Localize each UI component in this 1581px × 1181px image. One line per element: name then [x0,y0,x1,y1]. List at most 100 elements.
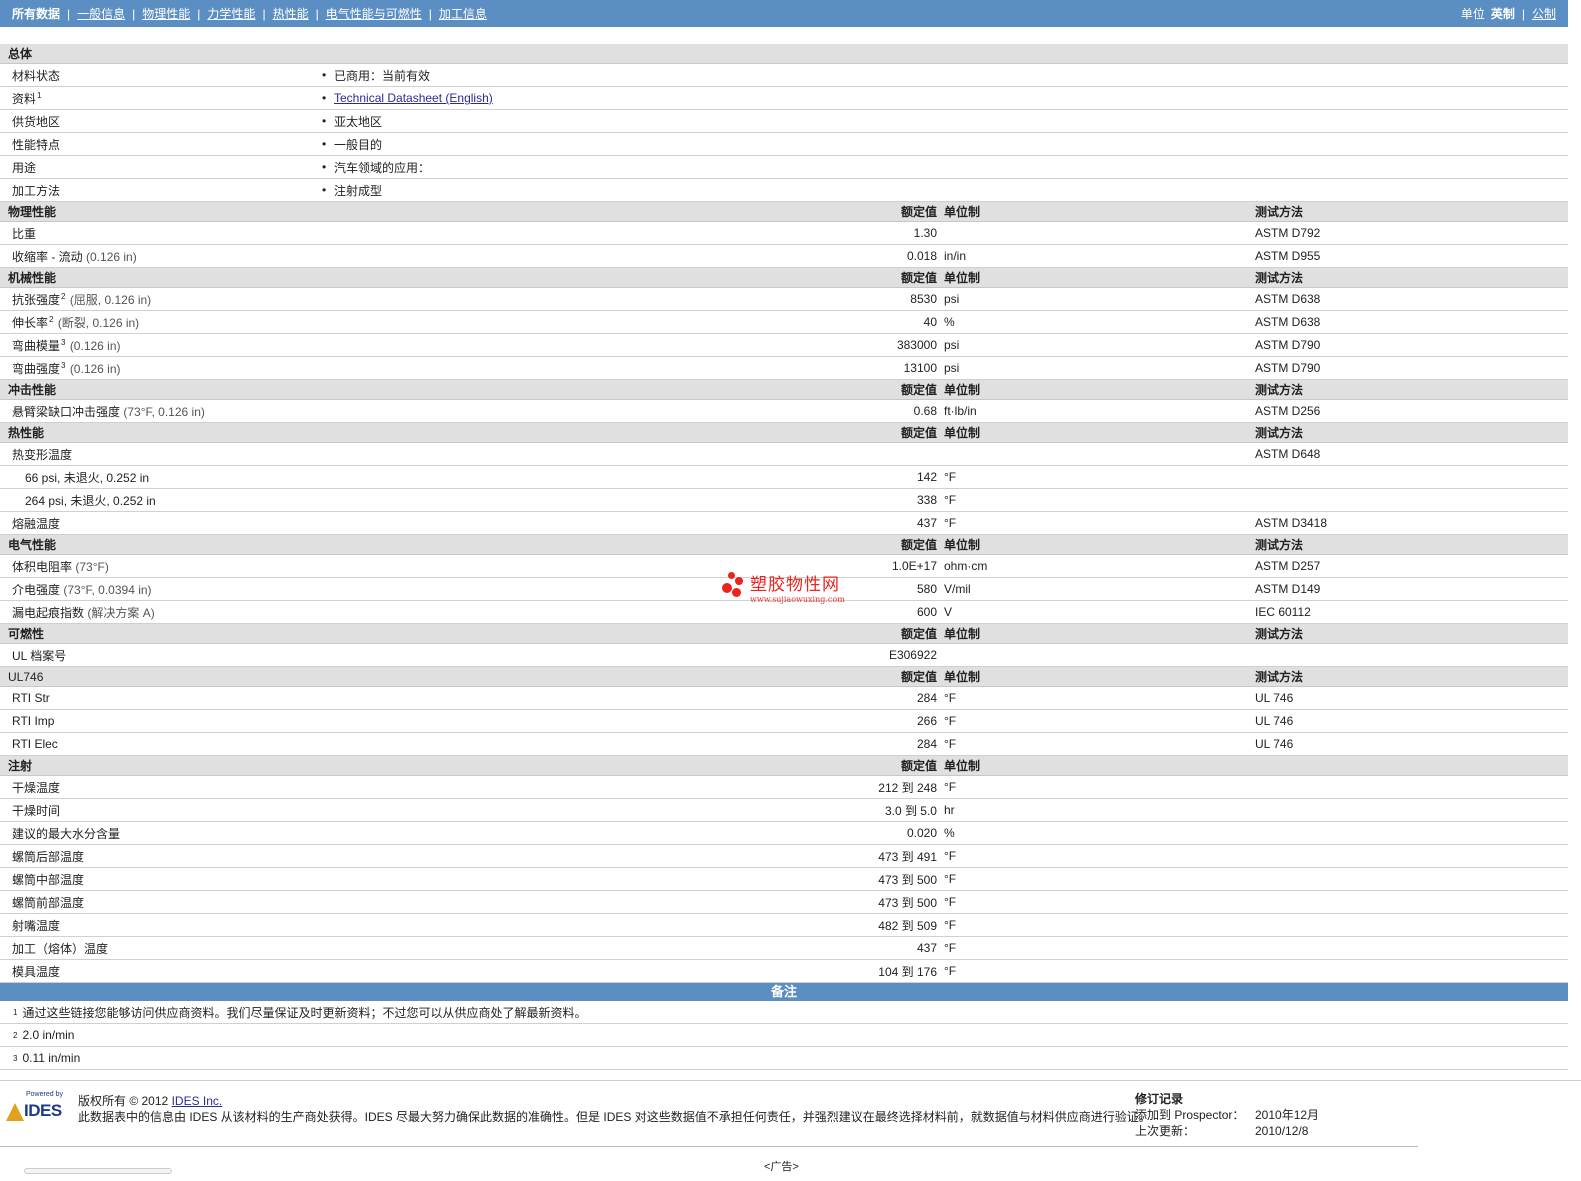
test-method: ASTM D3418 [1255,516,1328,530]
logo-powered-by: Powered by [26,1091,63,1098]
property-cell: RTI Imp [0,714,322,728]
general-value: 注射成型 [334,183,383,198]
tab-2[interactable]: 物理性能 [142,5,190,22]
property-condition: (73°F, 0.0394 in) [63,582,152,597]
property-unit: °F [944,737,957,751]
test-method: ASTM D638 [1255,315,1321,329]
revision-block: 修订记录 添加到 Prospector： 2010年12月 上次更新： 2010/1… [1135,1091,1319,1139]
property-cell: 介电强度 (73°F, 0.0394 in) [0,581,322,598]
property-unit: ohm·cm [944,559,988,573]
copyright-text: 版权所有 © 2012 [78,1094,169,1108]
tab-5[interactable]: 电气性能与可燃性 [326,5,422,22]
property-value: 437 [916,941,937,955]
col-unit-header: 单位制 [944,670,981,684]
property-row: 弯曲强度3 (0.126 in) 13100 psi ASTM D790 [0,357,1568,380]
general-row: 加工方法 • 注射成型 [0,179,1568,202]
property-cell: 加工（熔体）温度 [0,940,322,957]
property-unit: °F [944,918,957,932]
section-header: 物理性能 额定值 单位制 测试方法 [0,202,1568,222]
general-value: 汽车领域的应用： [334,160,431,175]
property-unit: psi [944,292,960,306]
property-row: 抗张强度2 (屈服, 0.126 in) 8530 psi ASTM D638 [0,288,1568,311]
tab-1[interactable]: 一般信息 [77,5,125,22]
note-text: 通过这些链接您能够访问供应商资料。我们尽量保证及时更新资料；不过您可以从供应商处… [22,1005,587,1020]
property-value: 266 [916,714,937,728]
added-value: 2010年12月 [1255,1108,1320,1122]
unit-metric-link[interactable]: 公制 [1532,5,1556,22]
ides-link[interactable]: IDES Inc. [172,1094,223,1108]
footnote-ref: 1 [37,90,42,100]
property-row: RTI Elec 284 °F UL 746 [0,733,1568,756]
property-cell: RTI Str [0,691,322,705]
property-label: 熔融温度 [12,516,61,531]
separator: | [315,6,319,21]
tab-3[interactable]: 力学性能 [207,5,255,22]
section-header: 冲击性能 额定值 单位制 测试方法 [0,380,1568,400]
unit-imperial-link[interactable]: 英制 [1491,5,1515,22]
col-value-header: 额定值 [900,538,937,552]
section-title: 注射 [8,759,33,773]
property-row: UL 档案号 E306922 [0,644,1568,667]
col-unit-header: 单位制 [944,538,981,552]
property-unit: °F [944,470,957,484]
property-row: 热变形温度 ASTM D648 [0,443,1568,466]
property-value: 0.018 [906,249,937,263]
horizontal-scrollbar[interactable] [24,1168,172,1174]
test-method: ASTM D638 [1255,292,1321,306]
property-value: 284 [916,691,937,705]
property-label: 漏电起痕指数 [12,605,85,620]
tab-4[interactable]: 热性能 [273,5,309,22]
datasheet-link[interactable]: Technical Datasheet (English) [334,91,493,105]
property-label: 建议的最大水分含量 [12,826,121,841]
property-condition: (解决方案 A) [87,605,155,620]
property-label: 体积电阻率 [12,559,73,574]
property-cell: 建议的最大水分含量 [0,825,322,842]
property-value: 8530 [910,292,937,306]
property-cell: 螺筒前部温度 [0,894,322,911]
general-value-cell: • 汽车领域的应用： [322,159,1568,176]
test-method: ASTM D149 [1255,582,1321,596]
property-unit: V/mil [944,582,971,596]
col-test-header: 测试方法 [1255,205,1304,219]
test-method: ASTM D790 [1255,361,1321,375]
col-unit-header: 单位制 [944,383,981,397]
property-unit: °F [944,895,957,909]
property-condition: (断裂, 0.126 in) [57,315,140,330]
tab-6[interactable]: 加工信息 [439,5,487,22]
property-label: RTI Str [12,691,50,705]
revision-title: 修订记录 [1135,1092,1184,1106]
col-value-header: 额定值 [900,205,937,219]
property-value: 3.0 到 5.0 [884,803,937,818]
property-value: 13100 [903,361,937,375]
property-unit: psi [944,338,960,352]
property-cell: 悬臂梁缺口冲击强度 (73°F, 0.126 in) [0,403,322,420]
col-test-header: 测试方法 [1255,426,1304,440]
col-test-header: 测试方法 [1255,670,1304,684]
note-text: 0.11 in/min [22,1051,81,1065]
property-cell: 抗张强度2 (屈服, 0.126 in) [0,291,322,308]
property-unit: psi [944,361,960,375]
section-title: 热性能 [8,426,45,440]
property-value: 212 到 248 [878,780,937,795]
bullet-icon: • [322,68,327,82]
test-method: ASTM D790 [1255,338,1321,352]
general-value-cell: • 注射成型 [322,182,1568,199]
property-label: 螺筒前部温度 [12,895,85,910]
property-label: 介电强度 [12,582,61,597]
footer: Powered by IDES 版权所有 © 2012 IDES Inc. 此数… [0,1080,1581,1150]
col-test-header: 测试方法 [1255,538,1304,552]
property-cell: 比重 [0,225,322,242]
section-header: UL746 额定值 单位制 测试方法 [0,667,1568,687]
logo-name: IDES [24,1101,62,1120]
general-value: 已商用：当前有效 [334,68,431,83]
footnote-ref: 2 [49,314,54,324]
notes-bar: 备注 [0,983,1568,1001]
tab-0[interactable]: 所有数据 [12,5,60,22]
col-unit-header: 单位制 [944,759,981,773]
note-number: 1 [13,1007,18,1017]
property-row: 干燥温度 212 到 248 °F [0,776,1568,799]
bullet-icon: • [322,137,327,151]
property-label: 比重 [12,226,37,241]
general-value: 一般目的 [334,137,383,152]
col-unit-header: 单位制 [944,627,981,641]
